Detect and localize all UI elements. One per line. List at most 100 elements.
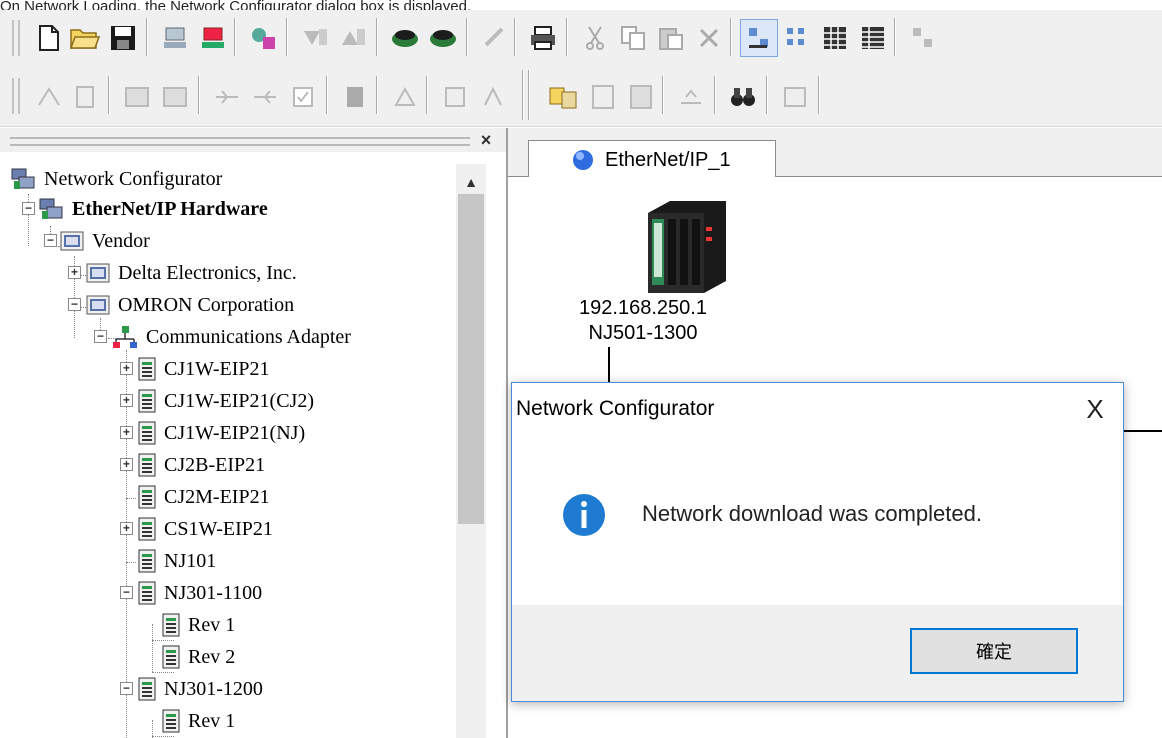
upload-icon	[342, 29, 365, 45]
monitor-button[interactable]	[30, 78, 68, 116]
help-button[interactable]	[776, 78, 814, 116]
upload-down-button[interactable]	[296, 19, 334, 57]
wizard-button[interactable]	[244, 19, 282, 57]
online-a-button[interactable]	[208, 78, 246, 116]
small-icons-icon	[787, 28, 804, 45]
cut-button[interactable]	[576, 19, 614, 57]
tree-toggle-expand[interactable]: +	[120, 362, 133, 375]
upload-button[interactable]	[334, 19, 372, 57]
panel-close-button[interactable]: ×	[476, 131, 496, 149]
device-icon	[138, 581, 156, 605]
tree-node-device[interactable]: NJ301-1200	[138, 674, 263, 704]
toolbar-grip[interactable]	[12, 78, 20, 114]
info-icon	[563, 494, 605, 536]
cut-icon	[586, 26, 604, 50]
copy-button[interactable]	[614, 19, 652, 57]
tree-node-device[interactable]: CJ1W-EIP21(CJ2)	[138, 386, 314, 416]
view-large-icons-button[interactable]	[740, 19, 778, 57]
tree-label: CJ2B-EIP21	[164, 453, 266, 476]
parameter-save-button[interactable]	[156, 78, 194, 116]
upload-network-button[interactable]	[386, 19, 424, 57]
tree-node-device[interactable]: NJ101	[138, 546, 216, 576]
offline-button[interactable]	[194, 19, 232, 57]
properties-button[interactable]	[66, 78, 104, 116]
tree-toggle-collapse[interactable]: −	[120, 682, 133, 695]
tree-node-communications-adapter[interactable]: Communications Adapter	[112, 322, 351, 352]
tree-toggle-collapse[interactable]: −	[94, 330, 107, 343]
tree-node-device[interactable]: CJ1W-EIP21(NJ)	[138, 418, 305, 448]
eds-save-button[interactable]	[622, 78, 660, 116]
communications-adapter-icon	[113, 326, 137, 348]
online-b-button[interactable]	[246, 78, 284, 116]
tree-node-delta-electronics[interactable]: Delta Electronics, Inc.	[86, 258, 297, 288]
tree-label: Rev 1	[188, 613, 236, 636]
tree-node-device[interactable]: CJ2M-EIP21	[138, 482, 270, 512]
tree-toggle-expand[interactable]: +	[120, 458, 133, 471]
view-details-button[interactable]	[854, 19, 892, 57]
device-icon	[162, 709, 180, 733]
register-button[interactable]	[336, 78, 374, 116]
toolbar-grip[interactable]	[12, 20, 20, 56]
find-button[interactable]	[724, 78, 762, 116]
more-button[interactable]	[904, 19, 942, 57]
large-icons-icon	[749, 28, 768, 48]
network-map-button[interactable]	[474, 78, 512, 116]
properties-icon	[76, 86, 94, 108]
download-network-button[interactable]	[424, 19, 462, 57]
tree-toggle-expand[interactable]: +	[120, 522, 133, 535]
tree-node-revision[interactable]: Rev 1	[162, 610, 235, 640]
open-folder-icon	[70, 29, 100, 49]
tree-node-device[interactable]: CS1W-EIP21	[138, 514, 273, 544]
scroll-up-button[interactable]: ▲	[456, 174, 486, 194]
new-file-button[interactable]	[30, 19, 68, 57]
tree-toggle-collapse[interactable]: −	[120, 586, 133, 599]
more-icon	[913, 28, 932, 47]
eds-export-button[interactable]	[672, 78, 710, 116]
ethernet-hardware-icon	[39, 198, 63, 219]
tree-toggle-collapse[interactable]: −	[68, 298, 81, 311]
view-list-button[interactable]	[816, 19, 854, 57]
network-configurator-icon	[11, 168, 35, 189]
view-small-icons-button[interactable]	[778, 19, 816, 57]
print-button[interactable]	[524, 19, 562, 57]
plc-device-icon[interactable]	[642, 197, 730, 297]
tree-toggle-collapse[interactable]: −	[44, 234, 57, 247]
dialog-close-button[interactable]: X	[1077, 393, 1113, 425]
tree-toggle-collapse[interactable]: −	[22, 202, 35, 215]
panel-grip[interactable]	[10, 137, 470, 146]
tree-node-revision[interactable]: Rev 2	[162, 642, 235, 672]
main-toolbar	[0, 10, 1162, 67]
save-button[interactable]	[104, 19, 142, 57]
tree-node-vendor[interactable]: Vendor	[60, 226, 150, 256]
compare-button[interactable]	[476, 19, 514, 57]
ok-button[interactable]: 確定	[910, 628, 1078, 674]
monitor-icon	[38, 87, 60, 106]
download-network-icon	[430, 30, 456, 47]
tree-scrollbar[interactable]: ▲	[456, 164, 486, 738]
tab-ethernet-ip-1[interactable]: EtherNet/IP_1	[528, 140, 776, 179]
checkbox-button[interactable]	[284, 78, 322, 116]
tree-toggle-expand[interactable]: +	[120, 394, 133, 407]
tree-toggle-expand[interactable]: +	[68, 266, 81, 279]
tree-node-omron[interactable]: OMRON Corporation	[86, 290, 294, 320]
tree-node-revision[interactable]: Rev 1	[162, 706, 235, 736]
dialog-titlebar[interactable]: Network Configurator X	[512, 383, 1123, 435]
tree-node-device[interactable]: CJ2B-EIP21	[138, 450, 265, 480]
device-list-button[interactable]	[436, 78, 474, 116]
tree-node-device[interactable]: NJ301-1100	[138, 578, 262, 608]
paste-button[interactable]	[652, 19, 690, 57]
parameter-edit-button[interactable]	[118, 78, 156, 116]
device-props-button[interactable]	[386, 78, 424, 116]
tree-node-network-configurator[interactable]: Network Configurator	[10, 164, 222, 194]
eds-create-button[interactable]	[584, 78, 622, 116]
delete-button[interactable]	[690, 19, 728, 57]
eds-install-button[interactable]	[544, 78, 582, 116]
online-button[interactable]	[156, 19, 194, 57]
open-folder-button[interactable]	[66, 19, 104, 57]
online-icon	[164, 27, 186, 48]
scroll-thumb[interactable]	[458, 194, 484, 524]
wizard-icon	[252, 28, 275, 49]
tree-node-ethernet-hardware[interactable]: EtherNet/IP Hardware	[38, 194, 268, 224]
tree-node-device[interactable]: CJ1W-EIP21	[138, 354, 270, 384]
tree-toggle-expand[interactable]: +	[120, 426, 133, 439]
